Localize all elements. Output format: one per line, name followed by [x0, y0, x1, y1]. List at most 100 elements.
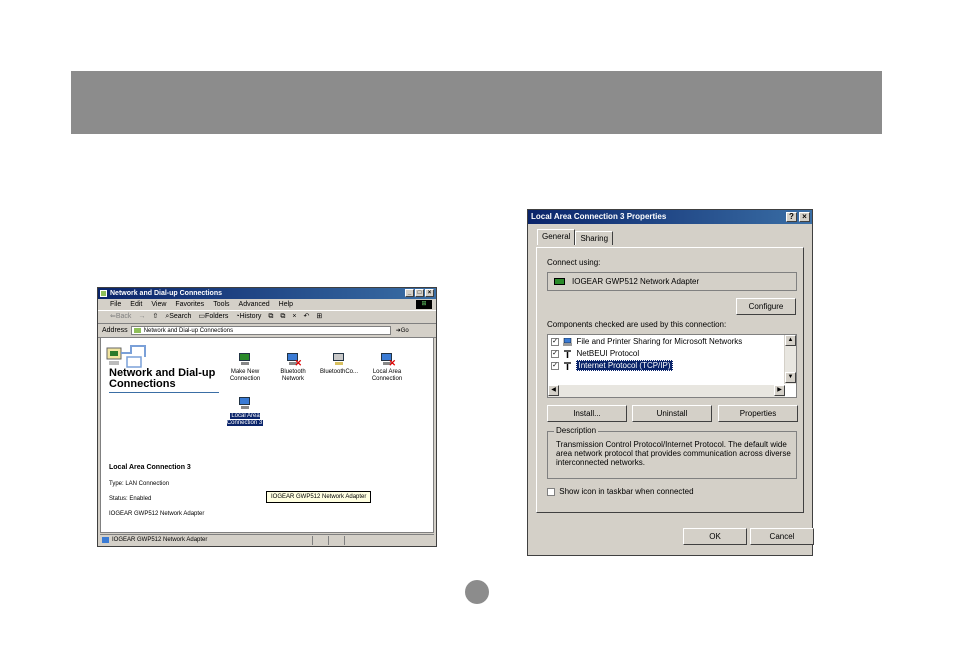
- vertical-scrollbar[interactable]: ▲ ▼: [784, 335, 796, 384]
- menu-bar: File Edit View Favorites Tools Advanced …: [98, 299, 436, 311]
- folder-content: Network and Dial-up Connections Local Ar…: [100, 337, 434, 533]
- local-area-connection-item[interactable]: ✕ Local Area Connection: [367, 353, 407, 383]
- go-label: Go: [400, 328, 409, 334]
- tab-general[interactable]: General: [537, 229, 576, 245]
- address-value: Network and Dial-up Connections: [143, 328, 234, 334]
- status-divider: [328, 536, 329, 545]
- component-checkbox[interactable]: ✓: [551, 337, 559, 346]
- menu-edit[interactable]: Edit: [130, 299, 142, 310]
- local-area-connection-3-item[interactable]: Local Area Connection 3: [225, 397, 265, 427]
- menu-view[interactable]: View: [151, 299, 166, 310]
- item-label: Local Area Connection: [371, 369, 403, 382]
- dialog-title-bar[interactable]: Local Area Connection 3 Properties ? ×: [528, 210, 812, 224]
- history-label: History: [239, 313, 262, 320]
- component-label: File and Printer Sharing for Microsoft N…: [576, 337, 743, 346]
- tab-sharing[interactable]: Sharing: [575, 231, 614, 245]
- lan-connection-icon: [102, 537, 109, 543]
- close-button[interactable]: ×: [799, 212, 810, 222]
- adapter-tooltip: IOGEAR GWP512 Network Adapter: [266, 491, 372, 503]
- scroll-left-icon[interactable]: ◀: [548, 385, 559, 396]
- component-netbeui[interactable]: ✓ NetBEUI Protocol: [551, 348, 639, 359]
- address-input[interactable]: Network and Dial-up Connections: [130, 326, 391, 335]
- history-button[interactable]: ◔History: [235, 311, 261, 323]
- windows-logo-icon: ⊞: [416, 300, 432, 309]
- horizontal-scrollbar[interactable]: ◀ ▶: [548, 385, 785, 397]
- scroll-down-icon[interactable]: ▼: [785, 372, 796, 383]
- folders-label: Folders: [205, 313, 229, 320]
- status-divider: [344, 536, 345, 545]
- network-folder-icon: [133, 328, 141, 333]
- search-label: Search: [169, 313, 192, 320]
- components-label: Components checked are used by this conn…: [547, 320, 727, 329]
- make-new-connection-item[interactable]: Make New Connection: [225, 353, 265, 383]
- uninstall-button[interactable]: Uninstall: [632, 405, 712, 422]
- network-adapter-icon: [554, 278, 565, 285]
- move-to-icon[interactable]: ⧉: [268, 311, 273, 323]
- explorer-title-bar[interactable]: Network and Dial-up Connections _ □ ×: [98, 288, 436, 299]
- show-icon-checkbox[interactable]: [547, 487, 555, 496]
- show-icon-label: Show icon in taskbar when connected: [559, 487, 694, 496]
- minimize-button[interactable]: _: [405, 289, 414, 297]
- adapter-name: IOGEAR GWP512 Network Adapter: [572, 277, 700, 286]
- back-button[interactable]: ⇐Back: [110, 311, 131, 323]
- copy-to-icon[interactable]: ⧉: [280, 311, 285, 323]
- menu-tools[interactable]: Tools: [213, 299, 229, 310]
- component-checkbox[interactable]: ✓: [551, 349, 559, 358]
- menu-advanced[interactable]: Advanced: [239, 299, 270, 310]
- connect-using-label: Connect using:: [547, 258, 601, 267]
- component-label: NetBEUI Protocol: [576, 349, 640, 358]
- folders-button[interactable]: ▭Folders: [198, 311, 228, 323]
- description-legend: Description: [554, 426, 599, 435]
- help-button[interactable]: ?: [786, 212, 797, 222]
- network-folder-icon: [100, 290, 107, 297]
- folder-title: Network and Dial-up Connections: [109, 367, 216, 390]
- protocol-icon: [564, 361, 572, 370]
- connection-type: Type: LAN Connection: [109, 481, 170, 487]
- undo-icon[interactable]: ↶: [304, 311, 310, 323]
- component-label: Internet Protocol (TCP/IP): [576, 360, 673, 371]
- search-button[interactable]: ⌕Search: [165, 311, 191, 323]
- menu-favorites[interactable]: Favorites: [175, 299, 204, 310]
- item-label: Make New Connection: [229, 369, 261, 382]
- disconnected-network-icon: ✕: [286, 353, 302, 368]
- item-label: Local Area Connection 3: [226, 413, 264, 426]
- configure-button[interactable]: Configure: [736, 298, 796, 315]
- item-label: BluetoothCo...: [319, 369, 359, 375]
- install-button[interactable]: Install...: [547, 405, 627, 422]
- service-icon: [563, 337, 573, 346]
- bluetooth-connection-item[interactable]: BluetoothCo...: [319, 353, 359, 376]
- menu-help[interactable]: Help: [279, 299, 293, 310]
- ok-button[interactable]: OK: [683, 528, 747, 545]
- address-label: Address: [102, 327, 128, 334]
- go-button[interactable]: ➜Go: [396, 327, 409, 334]
- lan-connection-icon: [238, 397, 252, 411]
- delete-icon[interactable]: ×: [292, 311, 296, 323]
- disconnected-network-icon: ✕: [380, 353, 396, 368]
- up-folder-icon[interactable]: ⇧: [152, 311, 158, 323]
- forward-button[interactable]: →: [138, 311, 145, 323]
- status-bar: IOGEAR GWP512 Network Adapter: [100, 534, 434, 545]
- description-text: Transmission Control Protocol/Internet P…: [556, 440, 791, 467]
- make-new-connection-icon: [238, 353, 252, 367]
- scroll-up-icon[interactable]: ▲: [785, 335, 796, 346]
- component-file-printer-sharing[interactable]: ✓ File and Printer Sharing for Microsoft…: [551, 336, 742, 347]
- bluetooth-network-item[interactable]: ✕ Bluetooth Network: [273, 353, 313, 383]
- bluetooth-connection-icon: [332, 353, 346, 367]
- maximize-button[interactable]: □: [415, 289, 424, 297]
- description-group: Description Transmission Control Protoco…: [547, 426, 797, 479]
- close-button[interactable]: ×: [425, 289, 434, 297]
- properties-button[interactable]: Properties: [718, 405, 798, 422]
- status-divider: [312, 536, 313, 545]
- component-tcp-ip[interactable]: ✓ Internet Protocol (TCP/IP): [551, 360, 673, 371]
- show-icon-option[interactable]: Show icon in taskbar when connected: [547, 487, 694, 496]
- status-bar-text: IOGEAR GWP512 Network Adapter: [112, 537, 208, 543]
- views-icon[interactable]: ⊞: [316, 311, 322, 323]
- item-label: Bluetooth Network: [280, 369, 306, 382]
- cancel-button[interactable]: Cancel: [750, 528, 814, 545]
- title-divider: [109, 392, 219, 393]
- component-checkbox[interactable]: ✓: [551, 361, 559, 370]
- scroll-right-icon[interactable]: ▶: [774, 385, 785, 396]
- menu-file[interactable]: File: [110, 299, 121, 310]
- components-list[interactable]: ✓ File and Printer Sharing for Microsoft…: [547, 334, 797, 398]
- adapter-field: IOGEAR GWP512 Network Adapter: [547, 272, 797, 291]
